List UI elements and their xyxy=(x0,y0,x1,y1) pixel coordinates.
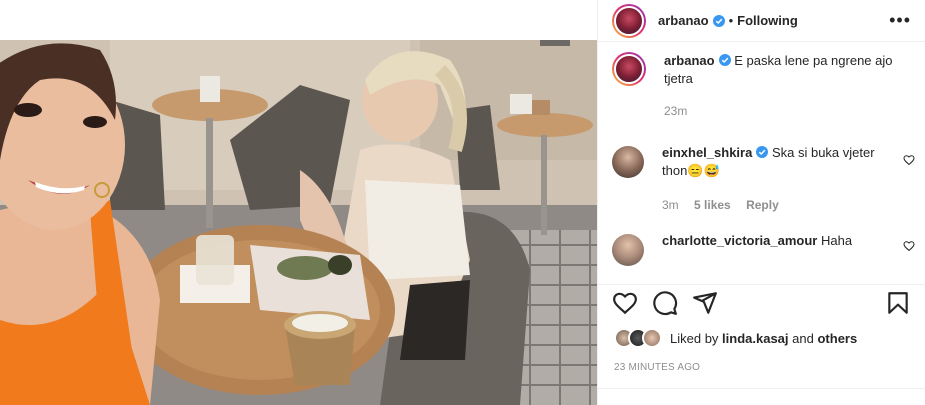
post-header: arbanao • Following ••• xyxy=(598,0,925,42)
comment-meta: 3m 5 likes Reply xyxy=(662,196,898,214)
comment-text: Haha xyxy=(820,233,853,248)
comment-heart-icon[interactable] xyxy=(903,154,915,166)
caption-username[interactable]: arbanao xyxy=(664,53,715,68)
comment-username[interactable]: charlotte_victoria_amour xyxy=(662,233,817,248)
post-photo[interactable] xyxy=(0,40,597,405)
post-side-panel: arbanao • Following ••• arbanao E paska … xyxy=(597,0,925,405)
comment-icon[interactable] xyxy=(652,290,678,316)
share-icon[interactable] xyxy=(692,290,718,316)
caption-time[interactable]: 23m xyxy=(664,104,687,118)
likes-summary: Liked by linda.kasaj and others xyxy=(614,328,857,348)
commenter-avatar[interactable] xyxy=(612,234,644,266)
likes-prefix: Liked by xyxy=(670,330,719,346)
caption: arbanao E paska lene pa ngrene ajo tjetr… xyxy=(598,52,925,140)
verified-icon xyxy=(718,54,731,66)
divider xyxy=(598,388,925,389)
liker-avatars[interactable] xyxy=(614,328,662,348)
likes-others[interactable]: others xyxy=(817,331,857,346)
comment-item: einxhel_shkira Ska si buka vjeter thon😑😅… xyxy=(598,140,925,232)
liker-avatar xyxy=(642,328,662,348)
comment-heart-icon[interactable] xyxy=(903,240,915,252)
save-icon[interactable] xyxy=(885,290,911,316)
comments-list[interactable]: arbanao E paska lene pa ngrene ajo tjetr… xyxy=(598,52,925,272)
author-username[interactable]: arbanao xyxy=(658,13,709,28)
reply-button[interactable]: Reply xyxy=(746,198,779,212)
following-button[interactable]: Following xyxy=(737,13,798,28)
verified-icon xyxy=(756,146,769,158)
liker-username[interactable]: linda.kasaj xyxy=(722,331,788,346)
more-icon[interactable]: ••• xyxy=(889,10,911,31)
post-media-area xyxy=(0,0,597,405)
post-timestamp[interactable]: 23 MINUTES AGO xyxy=(614,362,700,373)
heart-icon[interactable] xyxy=(612,290,638,316)
comment-likes[interactable]: 5 likes xyxy=(694,198,731,212)
comment-username[interactable]: einxhel_shkira xyxy=(662,145,752,160)
separator-dot: • xyxy=(728,13,734,28)
commenter-avatar[interactable] xyxy=(612,146,644,178)
caption-meta: 23m xyxy=(664,102,900,120)
comment-time[interactable]: 3m xyxy=(662,198,679,212)
caption-avatar[interactable] xyxy=(612,52,646,86)
likes-conj: and xyxy=(792,330,814,346)
comment-item: charlotte_victoria_amour Haha xyxy=(598,232,925,272)
verified-icon xyxy=(712,14,725,27)
post-actions-bar xyxy=(598,284,925,320)
likes-text: Liked by linda.kasaj and others xyxy=(670,331,857,346)
author-avatar[interactable] xyxy=(612,3,646,38)
